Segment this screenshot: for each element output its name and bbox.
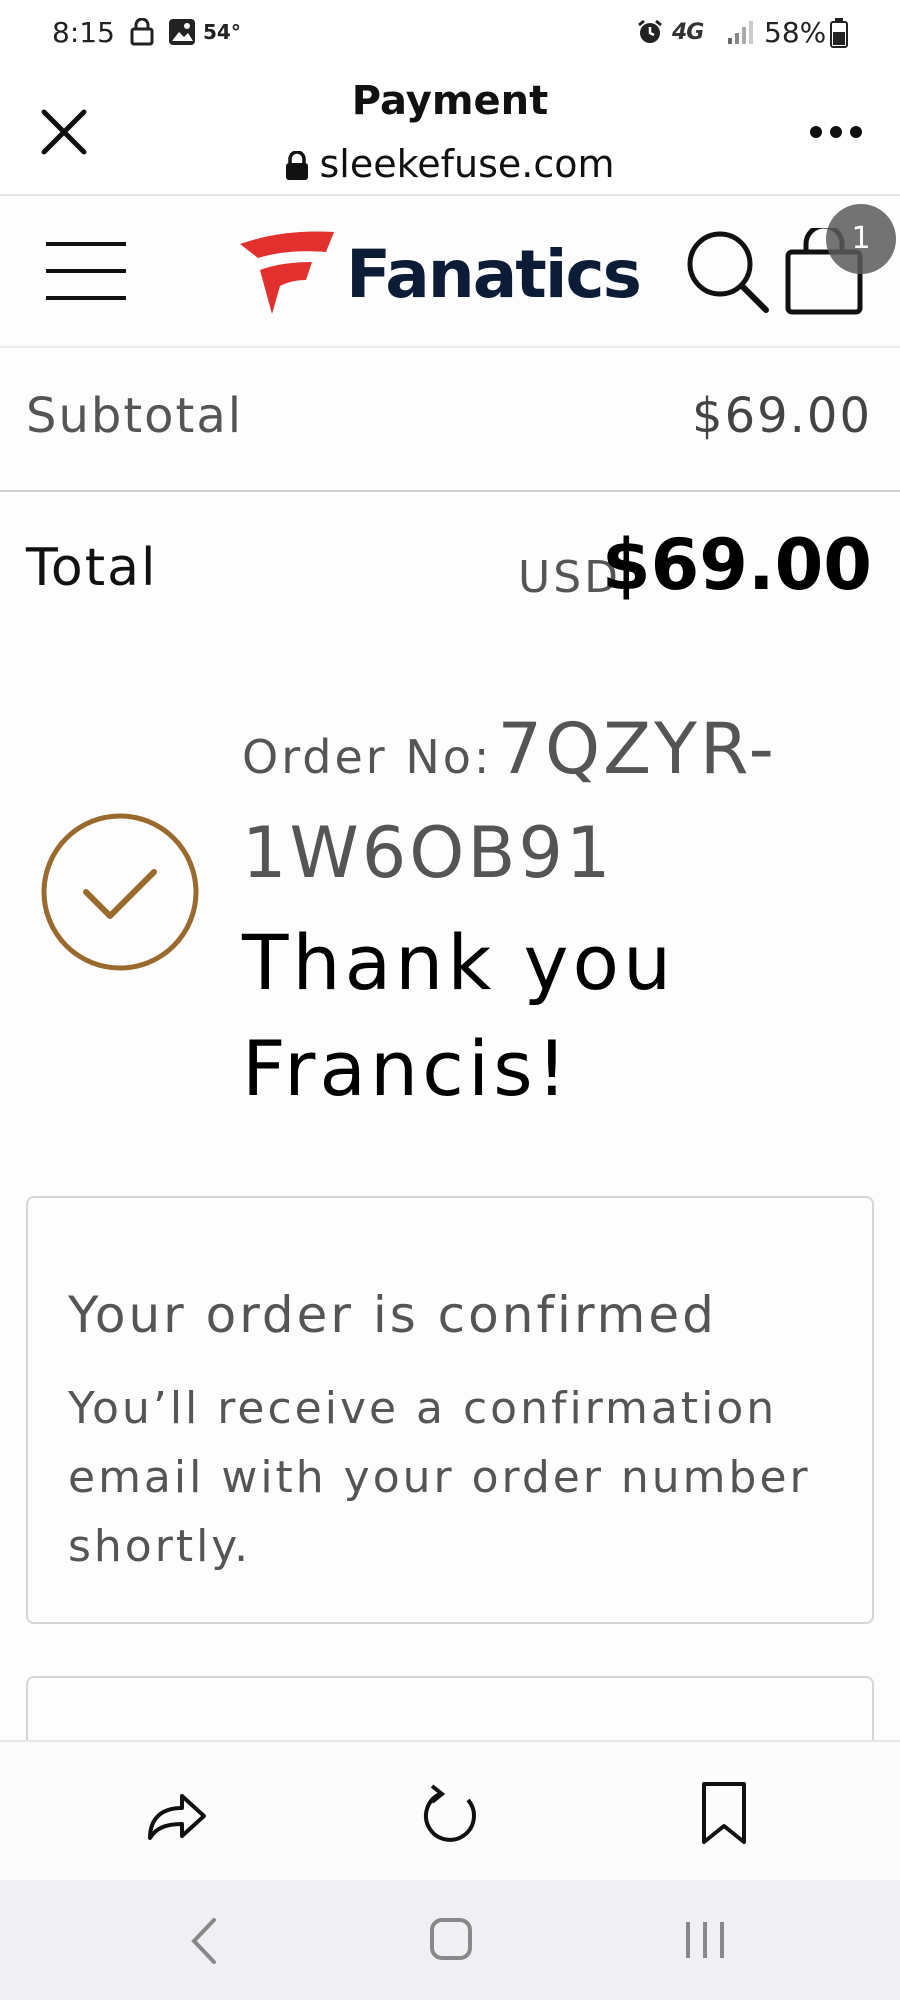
order-number-part1: 7QZYR-: [497, 708, 777, 790]
status-bar: 8:15 54° 4G 58%: [0, 0, 900, 66]
menu-icon[interactable]: [46, 240, 126, 302]
subtotal-row: Subtotal $69.00: [0, 350, 900, 492]
fanatics-flag-icon: [240, 231, 334, 314]
system-navbar: [0, 1880, 900, 2000]
home-icon[interactable]: [428, 1916, 474, 1962]
battery-icon: [830, 18, 848, 48]
url-text: sleekefuse.com: [319, 142, 615, 186]
page-title: Payment: [351, 78, 549, 124]
subtotal-value: $69.00: [692, 388, 872, 444]
thank-you-line2: Francis!: [242, 1024, 572, 1113]
status-time: 8:15: [52, 16, 115, 49]
confirmed-body: You’ll receive a confirmation email with…: [68, 1383, 811, 1572]
browser-toolbar: [0, 1740, 900, 1880]
battery-percent: 58%: [764, 16, 827, 49]
back-icon[interactable]: [184, 1916, 224, 1966]
order-number-line: Order No: 7QZYR-: [242, 708, 777, 790]
alarm-icon: [638, 19, 662, 43]
lock-status-icon: [130, 18, 154, 46]
brand-name: Fanatics: [346, 236, 642, 313]
status-temperature: 54°: [203, 20, 241, 44]
share-icon[interactable]: [144, 1782, 208, 1846]
total-label: Total: [26, 538, 158, 598]
signal-icon: [728, 21, 753, 44]
order-confirmed-card: Your order is confirmed You’ll receive a…: [26, 1196, 874, 1624]
cart-count-badge[interactable]: 1: [826, 204, 896, 274]
recent-apps-icon[interactable]: [680, 1918, 730, 1962]
order-number-part2: 1W6OB91: [242, 812, 614, 894]
reload-icon[interactable]: [418, 1782, 482, 1846]
thank-you-line1: Thank you: [242, 918, 676, 1007]
order-label: Order No:: [242, 730, 493, 784]
subtotal-label: Subtotal: [26, 388, 244, 444]
total-row: Total USD $69.00: [0, 494, 900, 634]
search-icon[interactable]: [684, 228, 770, 314]
browser-header: Payment sleekefuse.com: [0, 66, 900, 196]
bookmark-icon[interactable]: [694, 1780, 754, 1846]
brand-logo[interactable]: Fanatics: [238, 230, 642, 320]
site-header: Fanatics: [0, 198, 900, 348]
network-label: 4G: [672, 20, 704, 45]
checkmark-circle-icon: [41, 813, 199, 971]
more-icon[interactable]: [808, 122, 864, 142]
total-value: $69.00: [601, 524, 872, 606]
lock-icon: [286, 151, 309, 180]
url-bar[interactable]: sleekefuse.com: [0, 142, 900, 186]
image-status-icon: [169, 19, 195, 45]
confirmed-title: Your order is confirmed: [68, 1286, 717, 1344]
